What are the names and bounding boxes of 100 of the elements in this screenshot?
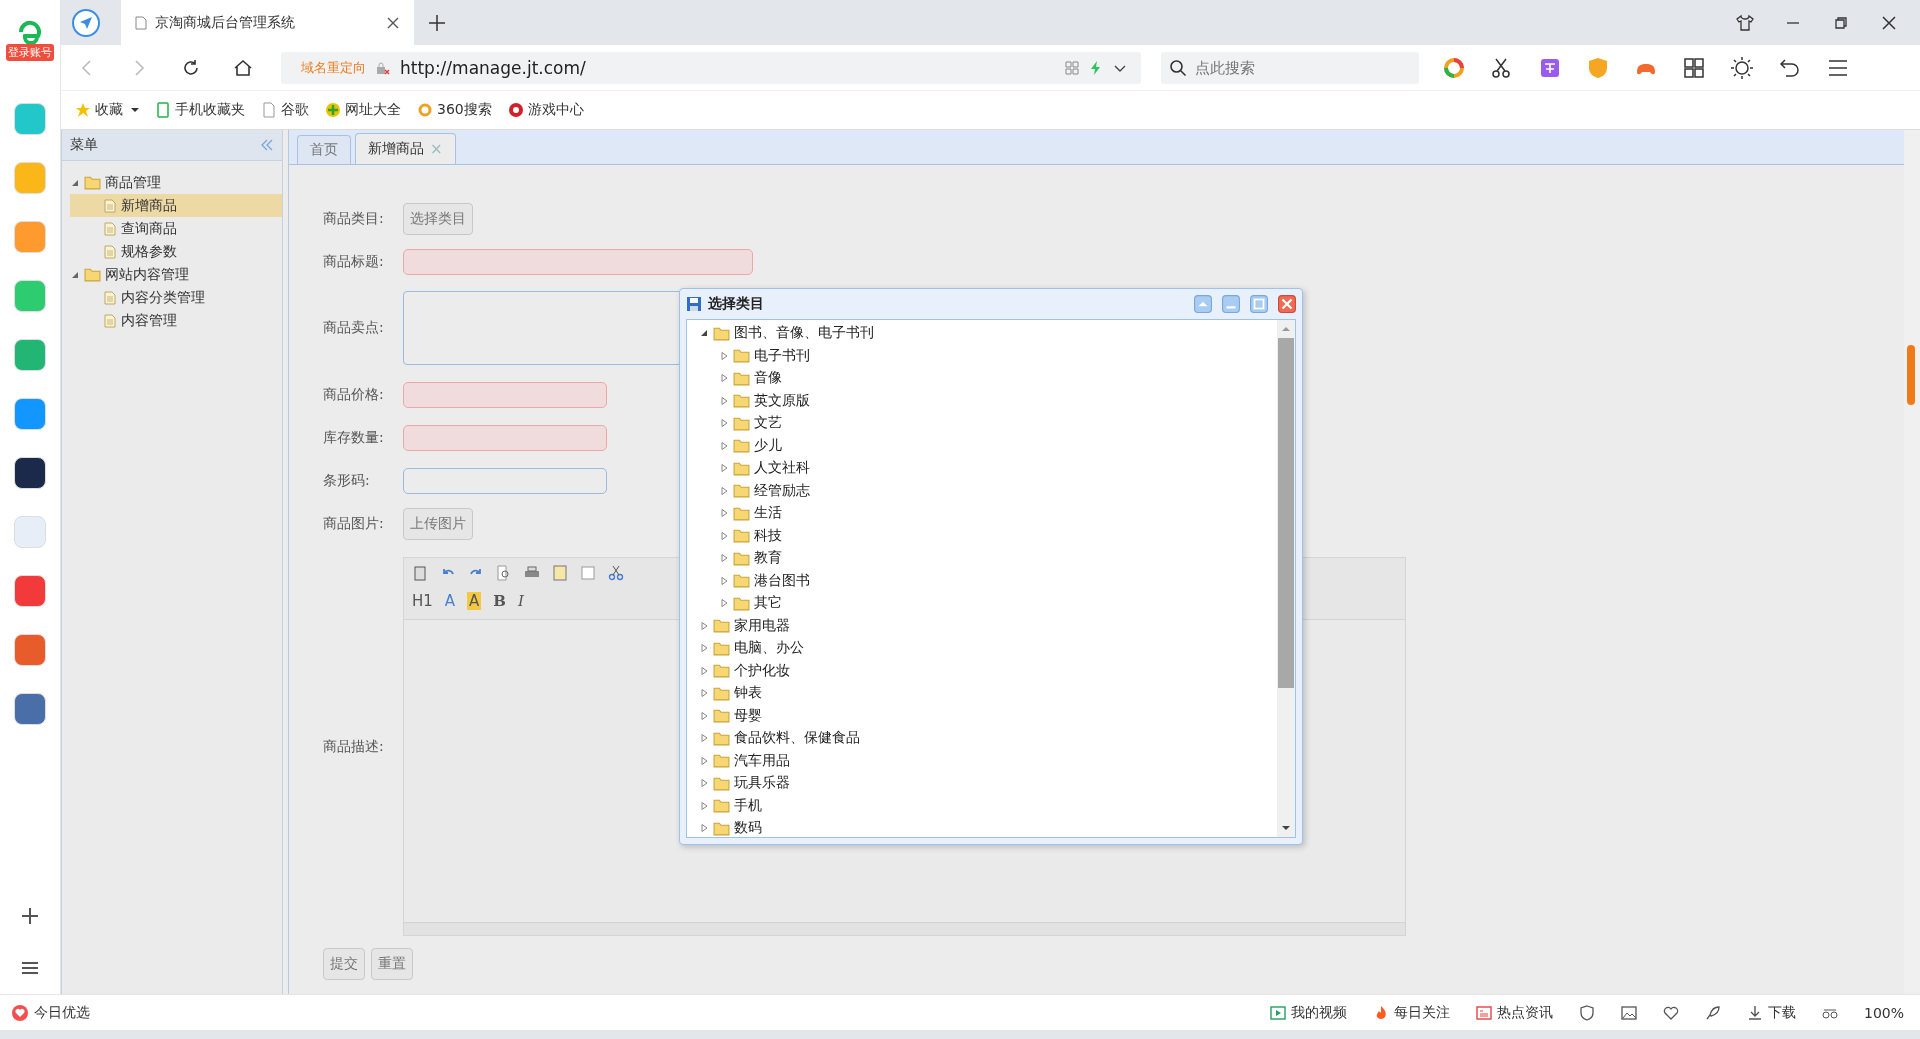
template-icon[interactable] xyxy=(552,565,568,581)
expand-arrow-icon[interactable] xyxy=(719,440,729,451)
new-tab-icon[interactable] xyxy=(428,13,446,32)
expand-arrow-icon[interactable] xyxy=(699,778,709,789)
input-field[interactable] xyxy=(403,424,607,451)
form-button[interactable]: 提交 xyxy=(323,948,365,980)
toolbar-button[interactable]: B xyxy=(493,592,507,610)
category-item[interactable]: 电脑、办公 xyxy=(734,639,804,658)
menu-group[interactable]: 网站内容管理 xyxy=(105,265,189,284)
expand-arrow-icon[interactable] xyxy=(699,733,709,744)
image-icon[interactable] xyxy=(1620,1004,1637,1021)
expand-arrow-icon[interactable] xyxy=(719,350,729,361)
menu-item[interactable]: 内容分类管理 xyxy=(70,286,282,309)
page-tab[interactable]: 首页 xyxy=(297,135,351,164)
expand-arrow-icon[interactable] xyxy=(699,823,709,834)
input-field[interactable] xyxy=(403,467,607,494)
scrollbar[interactable] xyxy=(1277,320,1295,837)
category-item[interactable]: 母婴 xyxy=(734,706,762,725)
toolbar-button[interactable]: I xyxy=(518,592,524,610)
bookmark-link[interactable]: 360搜索 xyxy=(417,101,492,119)
expand-arrow-icon[interactable] xyxy=(719,553,729,564)
search-field[interactable]: 点此搜索 xyxy=(1161,51,1419,84)
bookmark-link[interactable]: 网址大全 xyxy=(325,101,401,119)
collapse-arrow-icon[interactable] xyxy=(699,328,709,339)
toolbar-button[interactable]: A xyxy=(467,592,482,610)
page-tab[interactable]: 新增商品 × xyxy=(355,133,456,164)
input-field[interactable] xyxy=(403,381,607,408)
menu-item[interactable]: 新增商品 xyxy=(70,194,282,217)
reload-icon[interactable] xyxy=(181,57,201,78)
category-item[interactable]: 生活 xyxy=(754,504,782,523)
navigation-icon[interactable] xyxy=(71,7,101,38)
category-item[interactable]: 玩具乐器 xyxy=(734,774,790,793)
category-item[interactable]: 图书、音像、电子书刊 xyxy=(734,324,874,343)
category-item[interactable]: 英文原版 xyxy=(754,391,810,410)
category-item[interactable]: 少儿 xyxy=(754,436,782,455)
grid-icon[interactable] xyxy=(1683,56,1705,79)
form-button[interactable]: 重置 xyxy=(371,948,413,980)
expand-arrow-icon[interactable] xyxy=(719,373,729,384)
collapse-button-icon[interactable] xyxy=(1194,295,1212,313)
dropdown-caret-icon[interactable] xyxy=(131,106,139,114)
expand-arrow-icon[interactable] xyxy=(719,485,729,496)
scrollbar[interactable] xyxy=(1904,130,1920,994)
expand-arrow-icon[interactable] xyxy=(699,800,709,811)
category-item[interactable]: 人文社科 xyxy=(754,459,810,478)
close-button-icon[interactable] xyxy=(1278,295,1296,313)
scroll-up-icon[interactable] xyxy=(1281,326,1291,332)
choose-button[interactable]: 选择类目 xyxy=(403,202,473,235)
menu-item[interactable]: 内容管理 xyxy=(70,309,282,332)
ring-logo-icon[interactable] xyxy=(1443,56,1465,79)
scroll-down-icon[interactable] xyxy=(1281,825,1291,831)
category-item[interactable]: 教育 xyxy=(754,549,782,568)
collapse-icon[interactable] xyxy=(260,138,274,152)
preview-icon[interactable] xyxy=(496,565,512,581)
category-item[interactable]: 食品饮料、保健食品 xyxy=(734,729,860,748)
brightness-icon[interactable] xyxy=(1731,56,1753,79)
app-icon[interactable] xyxy=(14,457,46,489)
bookmark-link[interactable]: 游戏中心 xyxy=(507,101,584,119)
status-link[interactable]: 每日关注 xyxy=(1372,1003,1450,1022)
undo-icon[interactable] xyxy=(1779,56,1801,79)
shirt-icon[interactable] xyxy=(1736,13,1754,32)
status-link[interactable]: 我的视频 xyxy=(1269,1003,1347,1022)
bookmark-link[interactable]: 谷歌 xyxy=(261,101,309,119)
expand-arrow-icon[interactable] xyxy=(699,710,709,721)
category-item[interactable]: 个护化妆 xyxy=(734,661,790,680)
expand-arrow-icon[interactable] xyxy=(719,530,729,541)
code-icon[interactable] xyxy=(580,565,596,581)
address-bar[interactable]: 域名重定向 http://manage.jt.com/ xyxy=(281,51,1141,84)
category-item[interactable]: 手机 xyxy=(734,796,762,815)
status-link[interactable]: 下载 xyxy=(1746,1003,1796,1022)
expand-arrow-icon[interactable] xyxy=(699,643,709,654)
expand-arrow-icon[interactable] xyxy=(699,665,709,676)
choose-button[interactable]: 上传图片 xyxy=(403,507,473,540)
expand-arrow-icon[interactable] xyxy=(719,418,729,429)
translate-icon[interactable] xyxy=(1539,56,1561,79)
lightning-icon[interactable] xyxy=(1089,60,1103,75)
bookmark-link[interactable]: 收藏 xyxy=(75,101,123,119)
input-field[interactable] xyxy=(403,248,753,275)
bookmark-link[interactable]: 手机收藏夹 xyxy=(155,101,245,119)
add-icon[interactable] xyxy=(20,906,40,926)
scissors-icon[interactable] xyxy=(1491,56,1513,79)
expand-arrow-icon[interactable] xyxy=(719,575,729,586)
menu-item[interactable]: 规格参数 xyxy=(70,240,282,263)
shield-icon[interactable] xyxy=(1578,1004,1595,1021)
category-item[interactable]: 音像 xyxy=(754,369,782,388)
category-item[interactable]: 数码 xyxy=(734,819,762,837)
home-icon[interactable] xyxy=(233,57,253,78)
login-badge[interactable]: 登录账号 xyxy=(6,44,54,61)
minimize-button-icon[interactable] xyxy=(1222,295,1240,313)
heartbeat-icon[interactable] xyxy=(1662,1004,1679,1021)
close-icon[interactable] xyxy=(1880,13,1898,32)
category-item[interactable]: 电子书刊 xyxy=(754,346,810,365)
status-link[interactable]: 热点资讯 xyxy=(1475,1003,1553,1022)
category-item[interactable]: 钟表 xyxy=(734,684,762,703)
expand-arrow-icon[interactable] xyxy=(719,508,729,519)
category-item[interactable]: 科技 xyxy=(754,526,782,545)
close-icon[interactable] xyxy=(386,15,400,30)
category-item[interactable]: 经管励志 xyxy=(754,481,810,500)
toolbar-button[interactable]: H1 xyxy=(412,592,433,610)
expand-arrow-icon[interactable] xyxy=(699,620,709,631)
category-item[interactable]: 文艺 xyxy=(754,414,782,433)
